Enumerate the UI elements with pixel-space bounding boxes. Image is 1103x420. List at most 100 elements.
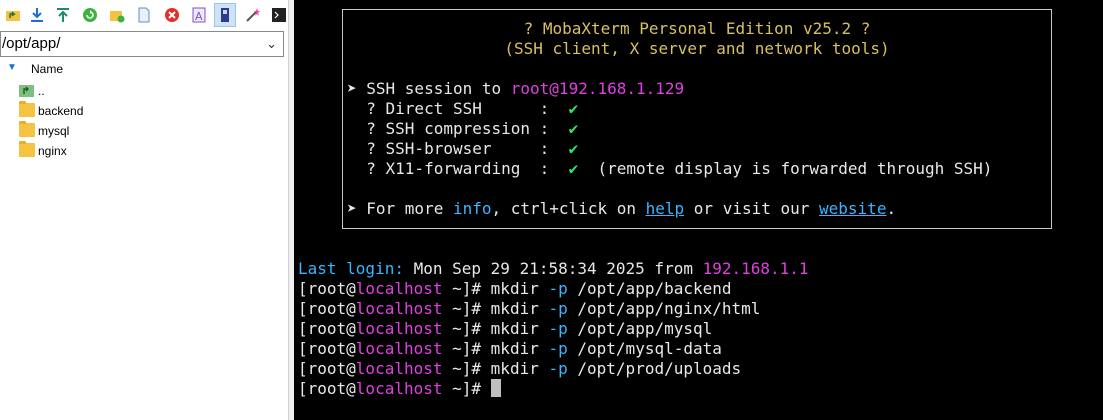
- download-icon[interactable]: [27, 4, 47, 26]
- prompt-close: ~]#: [442, 319, 482, 338]
- check-icon: ✔: [568, 139, 579, 158]
- path-value: /opt/app/: [2, 35, 61, 52]
- prompt-host: localhost: [355, 319, 443, 338]
- list-item-label: ..: [38, 84, 45, 98]
- command-arg: /opt/app/nginx/html: [577, 299, 761, 318]
- prompt-host: localhost: [355, 379, 443, 398]
- help-link[interactable]: help: [646, 199, 685, 218]
- command-arg: /opt/prod/uploads: [577, 359, 742, 378]
- prompt-close: ~]#: [442, 339, 482, 358]
- command-line: [root@localhost ~]# mkdir -p /opt/prod/u…: [298, 359, 741, 379]
- prompt-open: [root@: [298, 379, 356, 398]
- last-login-ip: 192.168.1.1: [702, 259, 809, 278]
- banner-help-line: ➤ For more info, ctrl+click on help or v…: [347, 199, 896, 219]
- feature-row: ? Direct SSH : ✔: [347, 99, 578, 119]
- feature-label: ? SSH compression :: [366, 119, 550, 138]
- list-item-label: nginx: [38, 144, 67, 158]
- folder-icon: [19, 101, 35, 117]
- more-or: or visit our: [684, 199, 820, 218]
- feature-row: ? SSH compression : ✔: [347, 119, 578, 139]
- command: mkdir: [490, 339, 539, 358]
- chevron-down-icon[interactable]: ⌄: [266, 32, 277, 56]
- feature-label: ? SSH-browser :: [366, 139, 550, 158]
- parent-dir-icon[interactable]: [3, 4, 23, 26]
- command-arg: /opt/app/mysql: [577, 319, 713, 338]
- delete-icon[interactable]: [162, 4, 182, 26]
- folder-icon: [19, 141, 35, 157]
- prompt-close: ~]#: [442, 359, 482, 378]
- prompt-host: localhost: [355, 279, 443, 298]
- upload-icon[interactable]: [53, 4, 73, 26]
- list-item-label: backend: [38, 104, 84, 118]
- sort-arrow-icon: ▼: [7, 62, 17, 73]
- new-folder-icon[interactable]: [107, 4, 127, 26]
- terminal-icon[interactable]: [269, 4, 289, 26]
- path-input[interactable]: /opt/app/ ⌄: [0, 31, 284, 57]
- prompt-host: localhost: [355, 339, 443, 358]
- list-item-label: mysql: [38, 124, 70, 138]
- command: mkdir: [490, 279, 539, 298]
- more-end: .: [886, 199, 897, 218]
- command: mkdir: [490, 359, 539, 378]
- session-prefix: SSH session to: [366, 79, 511, 98]
- text-editor-icon[interactable]: [214, 3, 236, 27]
- banner-subtitle: (SSH client, X server and network tools): [504, 39, 890, 58]
- website-link[interactable]: website: [819, 199, 886, 218]
- command-line: [root@localhost ~]# mkdir -p /opt/app/my…: [298, 319, 712, 339]
- prompt-close: ~]#: [442, 279, 482, 298]
- command-line: [root@localhost ~]# mkdir -p /opt/app/ng…: [298, 299, 760, 319]
- command-flag: -p: [548, 339, 568, 358]
- parent-folder-icon: [19, 83, 35, 97]
- prompt-open: [root@: [298, 299, 356, 318]
- more-prefix: For more: [366, 199, 453, 218]
- file-browser-toolbar: A: [0, 0, 288, 31]
- check-icon: ✔: [568, 99, 579, 118]
- feature-label: ? Direct SSH :: [366, 99, 550, 118]
- command: mkdir: [490, 319, 539, 338]
- command-flag: -p: [548, 359, 568, 378]
- active-prompt-line[interactable]: [root@localhost ~]#: [298, 379, 501, 399]
- feature-note: (remote display is forwarded through SSH…: [597, 159, 993, 178]
- prompt-host: localhost: [355, 359, 443, 378]
- magic-wand-icon[interactable]: [243, 4, 263, 26]
- session-target: root@192.168.1.129: [510, 79, 685, 98]
- folder-icon: [19, 121, 35, 137]
- last-login-date: Mon Sep 29 21:58:34 2025 from: [413, 259, 703, 278]
- info-link[interactable]: info: [453, 199, 492, 218]
- command-flag: -p: [548, 299, 568, 318]
- new-file-icon[interactable]: [134, 4, 154, 26]
- command-flag: -p: [548, 279, 568, 298]
- more-mid: , ctrl+click on: [491, 199, 646, 218]
- feature-label: ? X11-forwarding :: [366, 159, 550, 178]
- rename-icon[interactable]: A: [189, 4, 209, 26]
- terminal[interactable]: ? MobaXterm Personal Edition v25.2 ? (SS…: [294, 0, 1103, 420]
- prompt-open: [root@: [298, 359, 356, 378]
- command: mkdir: [490, 299, 539, 318]
- arrow-icon: ➤: [347, 199, 367, 218]
- prompt-host: localhost: [355, 299, 443, 318]
- command-arg: /opt/app/backend: [577, 279, 732, 298]
- prompt-open: [root@: [298, 279, 356, 298]
- arrow-icon: ➤: [347, 79, 367, 98]
- prompt-close: ~]#: [442, 299, 482, 318]
- command-arg: /opt/mysql-data: [577, 339, 722, 358]
- feature-row: ? SSH-browser : ✔: [347, 139, 578, 159]
- column-header-name[interactable]: ▼ Name: [0, 59, 288, 79]
- command-line: [root@localhost ~]# mkdir -p /opt/app/ba…: [298, 279, 732, 299]
- last-login-line: Last login: Mon Sep 29 21:58:34 2025 fro…: [298, 259, 809, 279]
- column-header-label: Name: [31, 62, 64, 76]
- prompt-open: [root@: [298, 319, 356, 338]
- banner-title: ? MobaXterm Personal Edition v25.2 ?: [523, 19, 871, 38]
- file-browser-pane: A /opt/app/ ⌄ ▼ Name .. backend mysql ng…: [0, 0, 288, 420]
- check-icon: ✔: [568, 119, 579, 138]
- prompt-close: ~]#: [442, 379, 482, 398]
- welcome-banner: ? MobaXterm Personal Edition v25.2 ? (SS…: [342, 9, 1052, 229]
- command-flag: -p: [548, 319, 568, 338]
- text-cursor: [490, 379, 501, 397]
- banner-session-line: ➤ SSH session to root@192.168.1.129: [347, 79, 684, 99]
- last-login-label: Last login:: [298, 259, 404, 278]
- command-line: [root@localhost ~]# mkdir -p /opt/mysql-…: [298, 339, 722, 359]
- svg-text:A: A: [195, 10, 203, 23]
- refresh-icon[interactable]: [80, 4, 100, 26]
- prompt-open: [root@: [298, 339, 356, 358]
